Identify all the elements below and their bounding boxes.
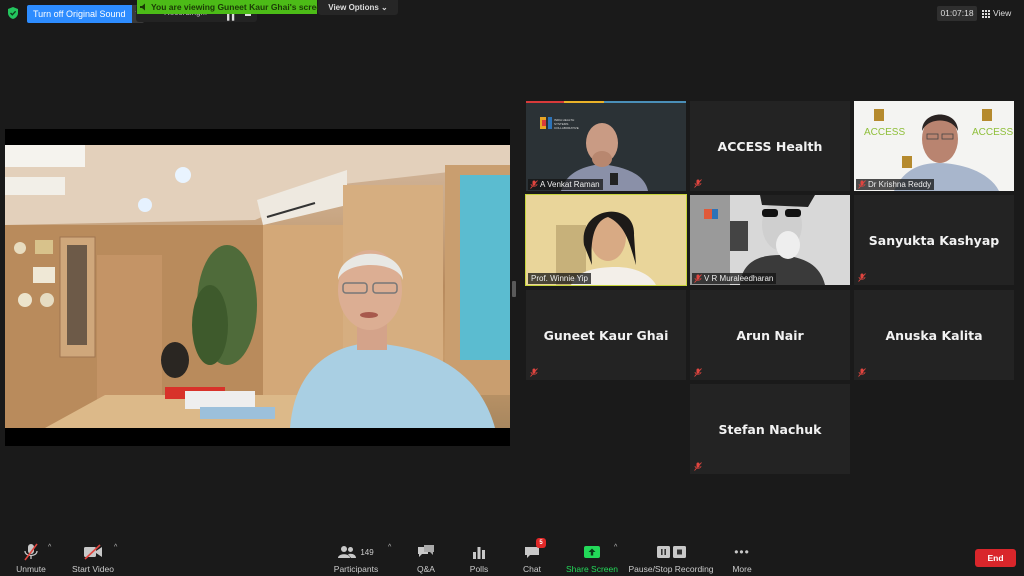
meeting-timer: 01:07:18 [937,6,977,21]
muted-mic-icon [530,180,538,189]
qa-button[interactable]: Q&A [412,536,440,576]
qa-icon [418,545,434,557]
participant-tile[interactable]: Arun Nair [690,290,850,380]
participants-button[interactable]: 149 Participants [333,536,379,576]
participants-options-caret[interactable]: ^ [388,544,391,551]
pause-icon [656,546,670,558]
participant-video: INDIA HEALTH SYSTEMS COLLABORATIVE [526,101,686,191]
zoom-meeting-window: Turn off Original Sound ▼ Recording... ❚… [0,0,1024,576]
backdrop-logo: ACCESS [972,127,1013,138]
muted-mic-icon [858,180,866,189]
participant-tile[interactable]: Sanyukta Kashyap [854,195,1014,285]
participant-tile[interactable]: INDIA HEALTH SYSTEMS COLLABORATIVE A Ven… [526,101,686,191]
end-meeting-button[interactable]: End [975,549,1016,567]
shield-check-icon[interactable] [6,6,20,20]
muted-mic-icon [694,368,702,377]
muted-mic-icon [24,543,38,561]
video-options-caret[interactable]: ^ [114,544,117,551]
participant-name: Stefan Nachuk [718,421,822,437]
participant-tile-active-speaker[interactable]: Prof. Winnie Yip [525,194,687,286]
participant-name-label: V R Muraleedharan [692,273,777,284]
share-screen-button[interactable]: Share Screen [566,536,618,576]
share-options-caret[interactable]: ^ [614,544,617,551]
start-video-button[interactable]: Start Video [70,536,116,576]
participant-name-label: A Venkat Raman [528,179,603,190]
muted-mic-icon [694,462,702,471]
chat-unread-badge: 5 [536,538,546,548]
video-off-icon [84,544,102,560]
audio-options-caret[interactable]: ^ [48,544,51,551]
speaker-icon [140,3,145,11]
muted-mic-icon [858,368,866,377]
participant-name: ACCESS Health [717,138,823,154]
participant-video: ACCESS ACCESS [854,101,1014,191]
backdrop-logo: ACCESS [864,127,905,138]
participant-name: Arun Nair [736,327,804,343]
participants-icon [338,546,357,558]
participant-video [526,195,686,285]
participants-count: 149 [360,547,374,557]
view-layout-button[interactable]: View [982,6,1018,21]
more-button[interactable]: ••• More [728,536,756,576]
participant-name: Anuska Kalita [885,327,983,343]
participant-name-label: Dr Krishna Reddy [856,179,935,190]
shared-screen-video [5,145,510,428]
muted-mic-icon [694,179,702,188]
participant-name: Sanyukta Kashyap [868,232,1000,248]
participant-name: Guneet Kaur Ghai [543,327,669,343]
share-screen-icon [584,546,600,558]
original-sound-control: Turn off Original Sound ▼ [27,5,144,23]
viewing-banner-text: You are viewing Guneet Kaur Ghai's scree… [151,2,327,12]
participant-tile[interactable]: ACCESS ACCESS Dr Krishna Reddy [854,101,1014,191]
meeting-controls-toolbar: Unmute ^ Start Video ^ 149 Participants … [0,536,1024,576]
polls-button[interactable]: Polls [465,536,493,576]
participant-tile[interactable]: Guneet Kaur Ghai [526,290,686,380]
pause-stop-recording-button[interactable]: Pause/Stop Recording [628,536,714,576]
muted-mic-icon [530,368,538,377]
participant-name-label: Prof. Winnie Yip [528,273,591,284]
svg-text:COLLABORATIVE: COLLABORATIVE [554,126,579,130]
more-dots-icon: ••• [734,545,750,559]
muted-mic-icon [858,273,866,282]
stop-icon [672,546,686,558]
polls-icon [473,547,485,559]
chat-button[interactable]: 5 Chat [518,536,546,576]
view-options-button[interactable]: View Options ⌄ [318,0,398,15]
participant-tile[interactable]: Stefan Nachuk [690,384,850,474]
grid-view-icon [982,9,990,18]
participant-tile[interactable]: V R Muraleedharan [690,195,850,285]
turn-off-original-sound-button[interactable]: Turn off Original Sound [27,5,132,23]
participant-video [690,195,850,285]
viewing-screen-banner: You are viewing Guneet Kaur Ghai's scree… [137,0,326,14]
view-button-label: View [993,8,1012,18]
participant-tile[interactable]: ACCESS Health [690,101,850,191]
resize-divider-handle[interactable] [512,281,516,297]
muted-mic-icon [694,274,702,283]
shared-screen-scene [5,145,510,428]
unmute-button[interactable]: Unmute [12,536,50,576]
participant-tile[interactable]: Anuska Kalita [854,290,1014,380]
